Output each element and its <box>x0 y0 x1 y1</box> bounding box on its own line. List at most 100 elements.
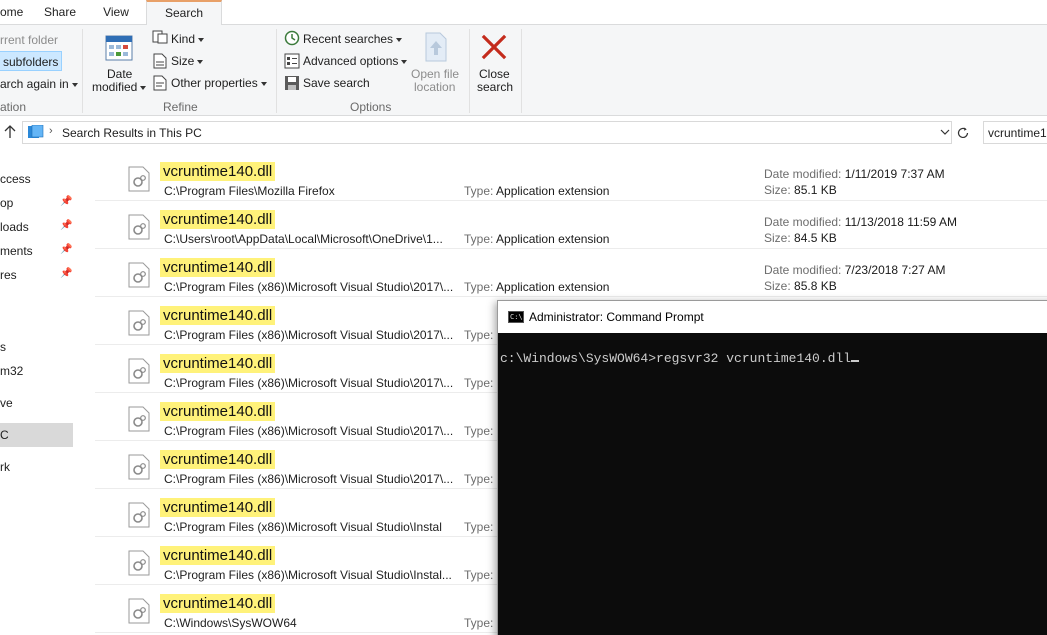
nav-selection-highlight <box>0 423 73 447</box>
list-item[interactable]: vcruntime140.dll C:\Users\root\AppData\L… <box>95 201 1047 249</box>
navigation-pane: ccess op 📌 loads 📌 ments 📌 res 📌 s m32 v… <box>0 149 86 635</box>
type-label: Type: <box>464 184 494 198</box>
nav-item-onedrive[interactable]: ve <box>0 396 13 410</box>
search-again-label: arch again in <box>0 77 69 91</box>
close-search-label-1: Close <box>479 67 510 81</box>
date-modified-button[interactable]: modified <box>92 80 147 94</box>
all-subfolders-label: subfolders <box>3 55 59 69</box>
current-folder-button[interactable]: rrent folder <box>0 33 58 47</box>
console-line: c:\Windows\SysWOW64>regsvr32 vcruntime14… <box>500 351 860 366</box>
pin-icon: 📌 <box>60 268 73 279</box>
list-item[interactable]: vcruntime140.dll C:\Program Files (x86)\… <box>95 249 1047 297</box>
nav-item-this-pc[interactable]: C <box>0 428 9 442</box>
console-command: c:\Windows\SysWOW64>regsvr32 vcruntime14… <box>500 351 852 366</box>
nav-item-system32[interactable]: m32 <box>0 364 23 378</box>
dll-file-icon <box>128 358 150 384</box>
calendar-icon <box>105 35 133 61</box>
file-type: Type: <box>464 424 493 438</box>
options-group-label: Options <box>350 100 392 114</box>
size-label: Size: <box>764 183 791 197</box>
ribbon-separator <box>521 29 522 113</box>
file-size: Size: 85.8 KB <box>764 279 837 293</box>
nav-item-documents[interactable]: ments <box>0 244 33 258</box>
file-type: Type: <box>464 472 493 486</box>
tab-search[interactable]: Search <box>146 0 222 26</box>
date-value: 7/23/2018 7:27 AM <box>844 263 946 277</box>
file-name: vcruntime140.dll <box>160 546 276 565</box>
advanced-options-icon <box>284 53 300 69</box>
nav-item-folder-s[interactable]: s <box>0 340 6 354</box>
save-search-button[interactable]: Save search <box>303 76 370 90</box>
type-label: Type: <box>464 232 494 246</box>
date-label: Date modified: <box>764 215 842 229</box>
file-name: vcruntime140.dll <box>160 498 276 517</box>
address-bar-row: › Search Results in This PC vcruntime1 <box>0 116 1047 149</box>
chevron-down-icon <box>197 59 204 64</box>
type-label: Type: <box>464 472 494 486</box>
breadcrumb[interactable]: Search Results in This PC <box>62 126 202 140</box>
kind-icon <box>152 30 168 44</box>
nav-item-pictures[interactable]: res <box>0 268 17 282</box>
file-size: Size: 84.5 KB <box>764 231 837 245</box>
tab-home[interactable]: ome <box>0 4 23 25</box>
open-file-location-label-2: location <box>414 80 456 94</box>
search-input-value: vcruntime1 <box>988 126 1047 140</box>
file-name: vcruntime140.dll <box>160 594 276 613</box>
advanced-options-button[interactable]: Advanced options <box>303 54 408 68</box>
search-results-icon <box>28 125 44 138</box>
window-title: Administrator: Command Prompt <box>529 310 704 324</box>
location-group-label: ation <box>0 100 27 114</box>
command-prompt-title-bar[interactable]: C:\ Administrator: Command Prompt <box>498 301 1047 333</box>
file-size: Size: 85.1 KB <box>764 183 837 197</box>
size-label: Size: <box>764 279 791 293</box>
kind-button[interactable]: Kind <box>171 32 205 46</box>
type-label: Type: <box>464 424 494 438</box>
other-properties-button[interactable]: Other properties <box>171 76 267 90</box>
dll-file-icon <box>128 598 150 624</box>
pin-icon: 📌 <box>60 220 73 231</box>
file-path: C:\Program Files\Mozilla Firefox <box>164 184 335 198</box>
date-label: Date modified: <box>764 263 842 277</box>
recent-searches-button[interactable]: Recent searches <box>303 32 403 46</box>
chevron-down-icon <box>260 81 267 86</box>
dll-file-icon <box>128 406 150 432</box>
tab-view[interactable]: View <box>92 4 140 25</box>
nav-item-network[interactable]: rk <box>0 460 10 474</box>
file-date: Date modified: 1/11/2019 7:37 AM <box>764 167 945 181</box>
console-output[interactable]: c:\Windows\SysWOW64>regsvr32 vcruntime14… <box>498 333 1047 635</box>
file-type: Type: <box>464 568 493 582</box>
dll-file-icon <box>128 550 150 576</box>
search-again-in-button[interactable]: arch again in <box>0 77 78 91</box>
chevron-down-icon <box>401 59 408 64</box>
dll-file-icon <box>128 502 150 528</box>
chevron-down-icon[interactable] <box>940 129 950 136</box>
close-search-icon[interactable] <box>480 33 508 61</box>
open-file-location-label-1: Open file <box>411 67 460 81</box>
size-value: 85.1 KB <box>794 183 837 197</box>
size-label: Size: <box>764 231 791 245</box>
ribbon-separator <box>469 29 470 113</box>
date-value: 1/11/2019 7:37 AM <box>844 167 945 181</box>
nav-item-downloads[interactable]: loads <box>0 220 29 234</box>
file-path: C:\Program Files (x86)\Microsoft Visual … <box>164 472 454 486</box>
up-arrow-icon[interactable] <box>4 125 16 139</box>
chevron-down-icon <box>71 82 78 87</box>
other-properties-icon <box>153 75 167 91</box>
command-prompt-window[interactable]: C:\ Administrator: Command Prompt c:\Win… <box>497 300 1047 635</box>
file-name: vcruntime140.dll <box>160 402 276 421</box>
size-button[interactable]: Size <box>171 54 204 68</box>
file-name: vcruntime140.dll <box>160 258 276 277</box>
file-date: Date modified: 7/23/2018 7:27 AM <box>764 263 945 277</box>
size-value: 84.5 KB <box>794 231 837 245</box>
nav-item-desktop[interactable]: op <box>0 196 13 210</box>
type-value: Application extension <box>496 280 610 294</box>
tab-share[interactable]: Share <box>36 4 84 25</box>
date-value: 11/13/2018 11:59 AM <box>844 215 958 229</box>
nav-item-quick-access[interactable]: ccess <box>0 172 31 186</box>
file-name: vcruntime140.dll <box>160 210 276 229</box>
refresh-icon[interactable] <box>956 126 970 140</box>
list-item[interactable]: vcruntime140.dll C:\Program Files\Mozill… <box>95 153 1047 201</box>
file-type: Type: Application extension <box>464 232 609 246</box>
file-path: C:\Program Files (x86)\Microsoft Visual … <box>164 520 442 534</box>
file-name: vcruntime140.dll <box>160 450 276 469</box>
